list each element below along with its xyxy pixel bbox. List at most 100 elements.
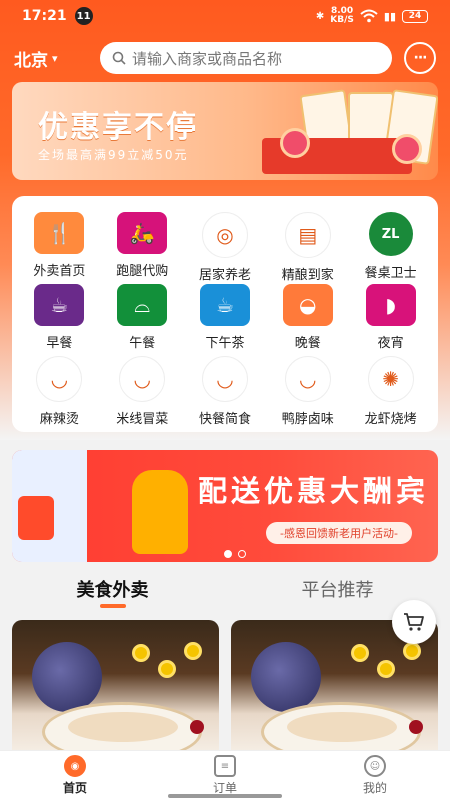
notification-badge: 11 [74, 7, 93, 25]
promo-subtitle: 全场最高满99立减50元 [38, 148, 189, 162]
berry-decoration [409, 720, 423, 734]
delivery-banner-subtitle: -感恩回馈新老用户活动- [266, 522, 412, 544]
delivery-banner[interactable]: 配送优惠大酬宾 -感恩回馈新老用户活动- [12, 450, 438, 562]
category-label: 午餐 [129, 336, 156, 351]
fastfood-bowl-icon: ◡ [201, 356, 248, 402]
category-label: 外卖首页 [33, 264, 86, 279]
signal-icon: ▮▮ [383, 9, 396, 23]
teacup-icon: ☕ [199, 284, 250, 326]
tab-food-delivery[interactable]: 美食外卖 [0, 576, 225, 612]
network-speed-unit: KB/S [330, 15, 354, 25]
nav-home[interactable]: ◉ 首页 [0, 751, 150, 800]
battery-icon: 24 [402, 9, 428, 23]
fork-knife-icon: 🍴 [34, 212, 85, 254]
city-name: 北京 [14, 50, 48, 71]
search-placeholder: 请输入商家或商品名称 [132, 49, 283, 68]
nav-label: 我的 [362, 781, 387, 795]
category-label: 鸭脖卤味 [281, 412, 334, 427]
cloche-icon: ⌓ [117, 284, 168, 326]
berry-decoration [190, 720, 204, 734]
city-selector[interactable]: 北京 ▾ [14, 46, 100, 71]
status-bar: 17:21 11 ✱ 8.00 KB/S ▮▮ 24 [0, 0, 450, 32]
category-label: 精酿到家 [281, 268, 334, 283]
category-item[interactable]: ▤ 精酿到家 [266, 212, 349, 284]
bottom-navigation: ◉ 首页 ≡ 订单 ☺ 我的 [0, 750, 450, 800]
pasta-image [287, 712, 397, 742]
food-card[interactable] [12, 620, 219, 754]
top-header: 北京 ▾ 请输入商家或商品名称 ··· [0, 40, 450, 76]
home-icon: ◉ [64, 755, 86, 777]
malatang-bowl-icon: ◡ [36, 356, 83, 402]
search-icon [112, 51, 126, 65]
category-item[interactable]: ZL 餐桌卫士 [349, 212, 432, 284]
flower-decoration [377, 660, 395, 678]
category-item[interactable]: ◒ 晚餐 [266, 284, 349, 356]
profile-icon: ☺ [364, 755, 386, 777]
cart-button[interactable] [392, 600, 436, 644]
carousel-dot[interactable] [224, 550, 232, 558]
category-item[interactable]: 🍴 外卖首页 [18, 212, 101, 284]
category-label: 龙虾烧烤 [364, 412, 417, 427]
content-tabs: 美食外卖 平台推荐 [0, 576, 450, 612]
food-image [251, 642, 321, 712]
shrimp-icon: ◗ [365, 284, 416, 326]
crayfish-icon: ✺ [367, 356, 414, 402]
category-label: 餐桌卫士 [364, 266, 417, 281]
category-label: 下午茶 [205, 336, 245, 351]
promo-banner[interactable]: 优惠享不停 全场最高满99立减50元 [12, 82, 438, 180]
pasta-image [68, 712, 178, 742]
search-input[interactable]: 请输入商家或商品名称 [100, 42, 392, 74]
delivery-banner-title: 配送优惠大酬宾 [198, 474, 430, 508]
category-item[interactable]: ◡ 米线冒菜 [101, 356, 184, 428]
carousel-dot[interactable] [238, 550, 246, 558]
duck-neck-icon: ◡ [284, 356, 331, 402]
breakfast-icon: ☕ [34, 284, 85, 326]
category-item[interactable]: ◗ 夜宵 [349, 284, 432, 356]
category-item[interactable]: ◎ 居家养老 [184, 212, 267, 284]
status-indicators: ✱ 8.00 KB/S ▮▮ 24 [316, 7, 428, 25]
message-button[interactable]: ··· [404, 42, 436, 74]
status-time: 17:21 [22, 8, 67, 24]
zl-logo-icon: ZL [368, 212, 413, 256]
flower-decoration [351, 644, 369, 662]
elderly-care-logo-icon: ◎ [201, 212, 248, 258]
chevron-down-icon: ▾ [52, 51, 58, 65]
bluetooth-icon: ✱ [315, 10, 325, 22]
noodle-bowl-icon: ◡ [119, 356, 166, 402]
category-item[interactable]: ⌓ 午餐 [101, 284, 184, 356]
category-label: 居家养老 [198, 268, 251, 283]
category-item[interactable]: 🛵 跑腿代购 [101, 212, 184, 284]
category-label: 麻辣烫 [39, 412, 79, 427]
home-indicator [168, 794, 282, 798]
scooter-icon: 🛵 [117, 212, 168, 254]
category-item[interactable]: ☕ 下午茶 [184, 284, 267, 356]
category-label: 晚餐 [294, 336, 321, 351]
category-label: 跑腿代购 [116, 264, 169, 279]
carousel-dots [224, 550, 246, 558]
category-item[interactable]: ◡ 麻辣烫 [18, 356, 101, 428]
coin-icon [280, 128, 310, 158]
category-item[interactable]: ☕ 早餐 [18, 284, 101, 356]
tab-label: 平台推荐 [301, 580, 374, 601]
flower-decoration [132, 644, 150, 662]
category-item[interactable]: ◡ 快餐简食 [184, 356, 267, 428]
flower-decoration [403, 642, 421, 660]
nav-profile[interactable]: ☺ 我的 [300, 751, 450, 800]
nav-orders[interactable]: ≡ 订单 [150, 751, 300, 800]
category-label: 米线冒菜 [116, 412, 169, 427]
category-grid: 🍴 外卖首页 🛵 跑腿代购 ◎ 居家养老 ▤ 精酿到家 ZL 餐桌卫士 ☕ 早餐 ⌓ 午餐 ☕ 下午茶 ◒ 晚餐 ◗… [12, 196, 438, 432]
battery-level: 24 [408, 11, 422, 21]
category-label: 快餐简食 [198, 412, 251, 427]
banner-previous-slide [12, 450, 87, 562]
nav-label: 首页 [62, 781, 87, 795]
flower-decoration [184, 642, 202, 660]
chat-bubble-icon: ··· [413, 50, 428, 66]
promo-title: 优惠享不停 [38, 110, 198, 145]
category-item[interactable]: ◡ 鸭脖卤味 [266, 356, 349, 428]
coin-icon [392, 134, 422, 164]
flower-decoration [158, 660, 176, 678]
craft-beer-logo-icon: ▤ [284, 212, 331, 258]
pot-icon: ◒ [282, 284, 333, 326]
food-image [32, 642, 102, 712]
category-item[interactable]: ✺ 龙虾烧烤 [349, 356, 432, 428]
